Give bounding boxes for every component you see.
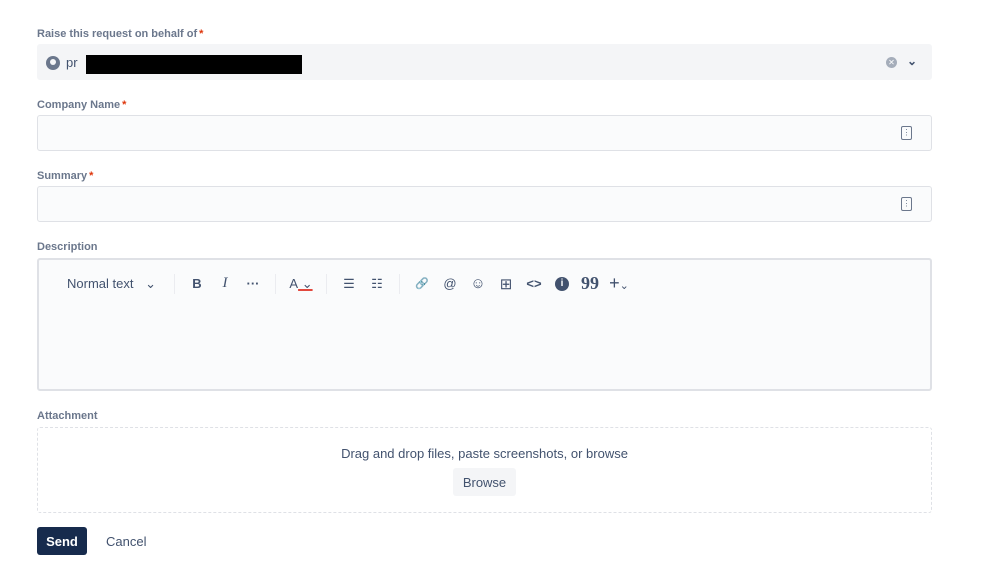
redaction [86,55,302,74]
divider [399,273,400,294]
editor-toolbar: Normal text ⌄ B I ··· A ⌄ ☰ ☷ 🔗 @ ☺ ⊞ <>… [39,273,634,294]
more-formatting-button[interactable]: ··· [239,276,267,291]
chevron-down-icon: ⌄ [619,280,629,292]
divider [326,273,327,294]
attachment-label: Attachment [37,410,98,422]
emoji-button[interactable]: ☺ [464,275,492,292]
autofill-icon: ⋮ [901,197,912,211]
chevron-down-icon[interactable]: ⌄ [907,54,917,68]
divider [174,273,175,294]
plus-icon: + [609,273,620,293]
company-input[interactable]: ⋮ [37,115,932,151]
company-label: Company Name * [37,99,127,111]
code-button[interactable]: <> [520,276,548,291]
text-style-label: Normal text [67,275,134,291]
description-label: Description [37,241,98,253]
italic-button[interactable]: I [211,275,239,292]
behalf-label: Raise this request on behalf of * [37,28,204,40]
text-style-dropdown[interactable]: Normal text ⌄ [67,276,156,292]
numbered-list-button[interactable]: ☷ [363,276,391,292]
behalf-value: pr [66,55,78,70]
link-button[interactable]: 🔗 [408,277,436,290]
dropzone-text: Drag and drop files, paste screenshots, … [341,446,628,461]
text-color-button[interactable]: A ⌄ [284,276,318,292]
behalf-select[interactable]: pr ✕ ⌄ [37,44,932,80]
chevron-down-icon: ⌄ [145,275,156,291]
user-icon [46,56,60,70]
clear-icon[interactable]: ✕ [886,57,897,68]
description-editor[interactable]: Normal text ⌄ B I ··· A ⌄ ☰ ☷ 🔗 @ ☺ ⊞ <>… [37,258,932,391]
send-button[interactable]: Send [37,527,87,555]
table-button[interactable]: ⊞ [492,275,520,293]
quote-button[interactable]: 99 [576,273,604,294]
summary-input[interactable]: ⋮ [37,186,932,222]
bullet-list-button[interactable]: ☰ [335,276,363,292]
text-color-icon: A [289,275,299,291]
autofill-icon: ⋮ [901,126,912,140]
info-panel-button[interactable]: i [555,276,569,291]
browse-button[interactable]: Browse [453,468,516,496]
bold-button[interactable]: B [183,276,211,291]
attachment-dropzone[interactable]: Drag and drop files, paste screenshots, … [37,427,932,513]
divider [275,273,276,294]
cancel-button[interactable]: Cancel [96,527,156,555]
mention-button[interactable]: @ [436,276,464,291]
insert-button[interactable]: +⌄ [604,273,634,294]
summary-label: Summary * [37,170,94,182]
